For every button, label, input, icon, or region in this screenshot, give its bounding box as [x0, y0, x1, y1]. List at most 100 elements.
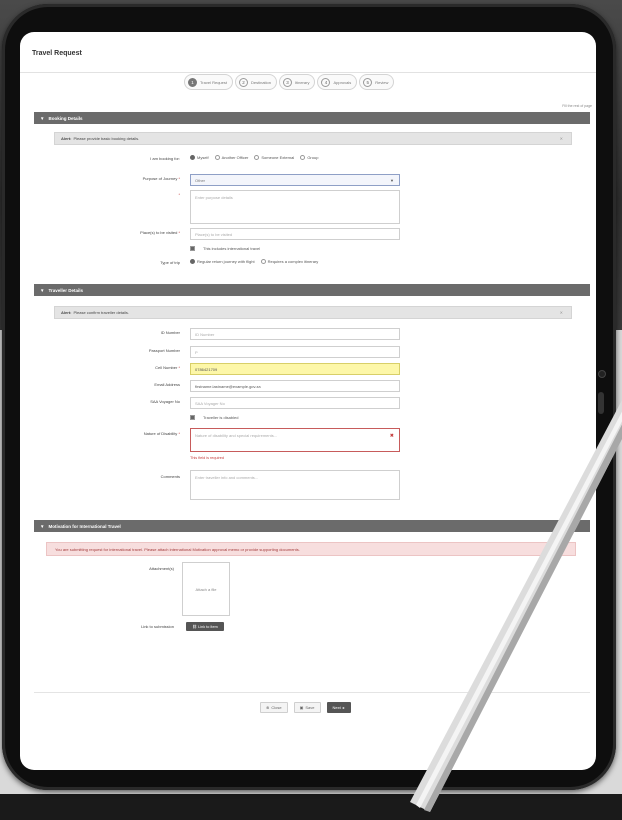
radio-icon	[190, 259, 195, 265]
booking-for-label: I am booking for:	[150, 156, 180, 161]
radio-label: Requires a complex itinerary	[267, 259, 319, 264]
button-label: Link to Item	[198, 624, 218, 629]
step-number: 5	[363, 77, 373, 87]
section-title: Traveller Details	[48, 287, 83, 293]
tablet-device: Travel Request 1 Travel Request 2 Destin…	[2, 4, 616, 790]
checkbox-icon	[190, 415, 195, 420]
step-approvals[interactable]: 4 Approvals	[317, 74, 358, 90]
save-button[interactable]: ▣ Save	[293, 702, 321, 713]
cell-number-label: Cell Number *	[155, 365, 180, 370]
arrow-right-icon: ▸	[342, 705, 345, 710]
purpose-label: Purpose of Journey *	[142, 176, 180, 181]
wizard-stepper: 1 Travel Request 2 Destination 3 Itinera…	[184, 72, 454, 92]
radio-icon	[190, 155, 195, 161]
radio-icon	[254, 155, 260, 161]
alert-label: Alert:	[61, 310, 72, 315]
radio-icon	[300, 155, 306, 161]
international-checkbox[interactable]: This includes international travel	[190, 246, 260, 251]
save-icon: ▣	[299, 705, 304, 710]
next-button[interactable]: Next ▸	[326, 702, 351, 713]
attachment-label: Attachment(s)	[149, 566, 174, 571]
step-destination[interactable]: 2 Destination	[234, 74, 277, 90]
button-label: Close	[271, 705, 282, 710]
required-marker: *	[178, 192, 180, 197]
radio-complex-itinerary[interactable]: Requires a complex itinerary	[260, 259, 319, 265]
disability-textarea[interactable]: Nature of disability and special require…	[190, 428, 400, 452]
radio-someone-external[interactable]: Someone External	[254, 155, 295, 161]
step-number: 2	[238, 77, 248, 87]
submission-label: Link to submission	[141, 624, 174, 629]
step-label: Travel Request	[200, 79, 227, 85]
radio-myself[interactable]: Myself	[190, 155, 209, 161]
international-alert: You are submitting request for internati…	[46, 542, 576, 556]
step-number: 4	[321, 77, 331, 87]
collapse-icon: ▼	[40, 115, 45, 121]
checkbox-label: This includes international travel	[203, 246, 261, 251]
close-circle-icon: ⊗	[266, 705, 270, 710]
id-number-label: ID Number	[160, 330, 180, 335]
comments-label: Comments	[160, 474, 180, 479]
page-title: Travel Request	[32, 50, 82, 57]
radio-label: Another Officer	[221, 155, 249, 160]
step-number: 3	[283, 77, 292, 87]
button-label: Next	[332, 705, 341, 710]
textarea-placeholder: Nature of disability and special require…	[195, 433, 278, 438]
step-review[interactable]: 5 Review	[359, 74, 395, 90]
collapse-icon: ▼	[40, 523, 45, 529]
id-number-input[interactable]: ID Number	[190, 328, 400, 340]
comments-textarea[interactable]: Enter traveller info and comments...	[190, 470, 400, 500]
section-title: Booking Details	[48, 115, 83, 121]
footer-actions: ⊗ Close ▣ Save Next ▸	[260, 702, 351, 713]
collapse-icon: ▼	[40, 287, 45, 293]
radio-group[interactable]: Group	[300, 155, 318, 161]
disability-label: Nature of Disability *	[143, 431, 180, 436]
disabled-checkbox[interactable]: Traveller is disabled	[190, 415, 238, 420]
radio-another-officer[interactable]: Another Officer	[214, 155, 249, 161]
link-to-item-button[interactable]: ⛓ Link to Item	[186, 622, 224, 631]
email-label: Email Address	[154, 382, 180, 387]
voyager-input[interactable]: SAA Voyager No	[190, 397, 400, 409]
attachment-dropzone[interactable]: Attach a file	[182, 562, 230, 616]
places-label: Place(s) to be visited *	[140, 230, 180, 235]
chevron-down-icon: ▼	[390, 177, 394, 183]
fill-page-link[interactable]: Fill the rest of page	[562, 104, 592, 108]
purpose-details-textarea[interactable]: Enter purpose details	[190, 190, 400, 224]
alert-text: Please provide basic booking details.	[73, 136, 140, 141]
international-section-header[interactable]: ▼ Motivation for International Travel	[34, 520, 590, 532]
voyager-label: SAA Voyager No	[150, 399, 180, 404]
disability-error: This field is required	[190, 456, 224, 460]
tablet-screen: Travel Request 1 Travel Request 2 Destin…	[20, 32, 596, 770]
places-input[interactable]: Place(s) to be visited	[190, 228, 400, 240]
step-travel-request[interactable]: 1 Travel Request	[184, 74, 233, 90]
close-icon[interactable]: ✕	[560, 310, 563, 315]
traveller-info-alert: Alert: Please confirm traveller details.…	[54, 306, 572, 319]
radio-label: Someone External	[261, 155, 295, 160]
step-label: Itinerary	[295, 79, 310, 85]
close-button[interactable]: ⊗ Close	[260, 702, 288, 713]
radio-icon	[214, 155, 220, 161]
radio-return-journey[interactable]: Regular return journey with flight	[190, 259, 255, 265]
email-input[interactable]: firstname.lastname@example.gov.za	[190, 380, 400, 392]
step-label: Destination	[250, 79, 271, 85]
passport-label: Passport Number	[148, 348, 180, 353]
passport-input[interactable]: P	[190, 346, 400, 358]
camera-icon	[598, 370, 606, 378]
alert-label: Alert:	[61, 136, 72, 141]
trip-type-radios: Regular return journey with flight Requi…	[190, 259, 319, 265]
checkbox-icon	[190, 246, 195, 251]
side-button	[598, 392, 604, 414]
radio-icon	[260, 259, 266, 265]
close-icon[interactable]: ✕	[560, 136, 563, 141]
radio-label: Myself	[197, 155, 209, 160]
step-itinerary[interactable]: 3 Itinerary	[279, 74, 316, 90]
radio-label: Regular return journey with flight	[197, 259, 255, 264]
traveller-section-header[interactable]: ▼ Traveller Details	[34, 284, 590, 296]
purpose-select[interactable]: Other ▼	[190, 174, 400, 186]
step-label: Approvals	[333, 79, 352, 85]
booking-section-header[interactable]: ▼ Booking Details	[34, 112, 590, 124]
trip-type-label: Type of trip	[160, 260, 180, 265]
checkbox-label: Traveller is disabled	[203, 415, 239, 420]
alert-text: Please confirm traveller details.	[73, 310, 130, 315]
cell-number-input[interactable]: 0786421709	[190, 363, 400, 375]
step-label: Review	[375, 79, 389, 85]
